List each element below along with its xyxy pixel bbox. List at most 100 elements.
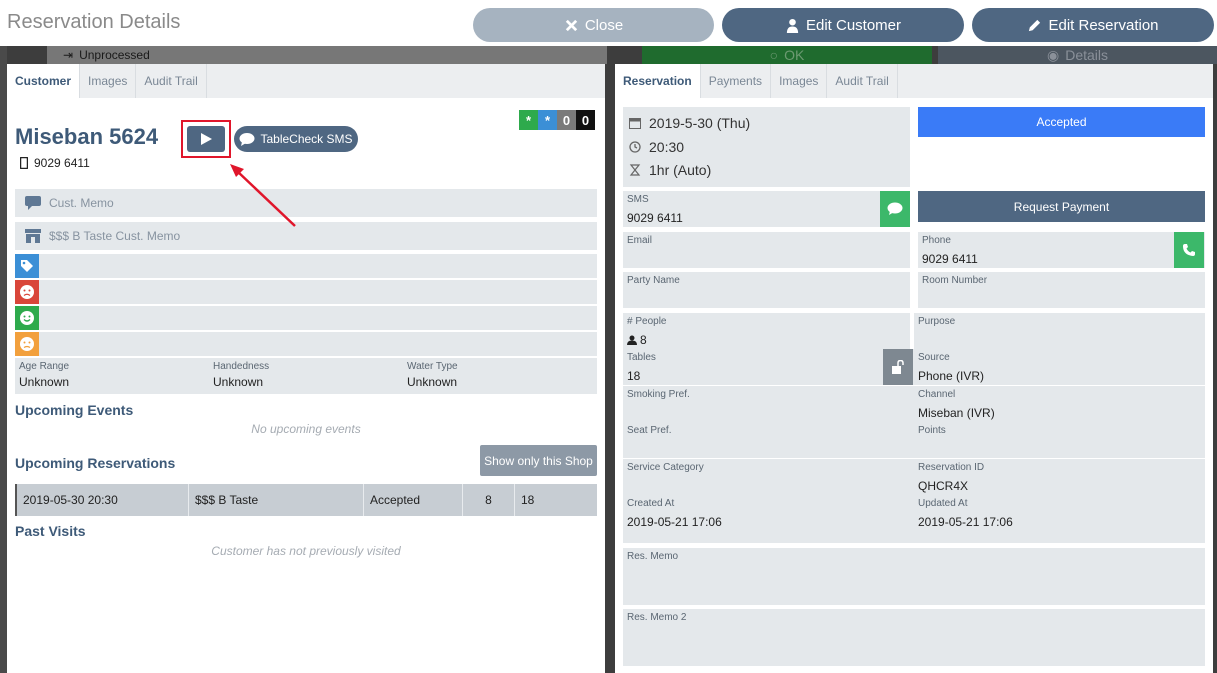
call-button[interactable] [1174, 232, 1204, 268]
past-visits-title: Past Visits [15, 523, 86, 539]
res-datetime: 2019-05-30 20:30 [17, 484, 189, 516]
likes-row[interactable] [15, 306, 597, 330]
eye-icon: ◉ [1046, 46, 1060, 63]
unlock-icon [892, 360, 904, 374]
room-number-field[interactable]: Room Number [918, 272, 1205, 308]
created-at-value: 2019-05-21 17:06 [627, 515, 722, 529]
sms-send-button[interactable] [880, 191, 910, 227]
pencil-icon [1029, 19, 1041, 31]
backdrop-ok-label: OK [784, 47, 805, 63]
channel-field[interactable]: Channel Miseban (IVR) [914, 386, 1205, 422]
room-number-label: Room Number [922, 275, 988, 286]
updated-at-label: Updated At [918, 498, 968, 509]
comment-icon [887, 202, 903, 215]
reservation-id-field: Reservation ID QHCR4X [914, 459, 1205, 495]
res-memo-2-field[interactable]: Res. Memo 2 [623, 609, 1205, 666]
edit-customer-button[interactable]: Edit Customer [722, 8, 964, 42]
people-field[interactable]: # People 8 [623, 313, 910, 349]
sms-field[interactable]: SMS 9029 6411 [623, 191, 910, 227]
tablecheck-sms-button[interactable]: TableCheck SMS [234, 126, 358, 152]
customer-attributes: Age Range Unknown Handedness Unknown Wat… [15, 358, 597, 394]
shop-memo-field[interactable]: $$$ B Taste Cust. Memo [15, 222, 597, 250]
water-type-value: Unknown [407, 375, 458, 389]
play-button[interactable] [187, 126, 225, 152]
created-at-label: Created At [627, 498, 675, 509]
source-field[interactable]: Source Phone (IVR) [914, 349, 1205, 385]
upcoming-events-title: Upcoming Events [15, 402, 134, 418]
channel-value: Miseban (IVR) [918, 406, 995, 420]
date-line: 2019-5-30 (Thu) [629, 115, 750, 131]
tab-payments[interactable]: Payments [701, 64, 772, 98]
reservation-date: 2019-5-30 (Thu) [649, 115, 751, 131]
sms-value: 9029 6411 [627, 211, 683, 225]
calendar-icon [629, 118, 641, 129]
tab-audit-trail[interactable]: Audit Trail [827, 64, 898, 98]
res-memo-2-label: Res. Memo 2 [627, 612, 687, 623]
time-line: 20:30 [629, 139, 684, 155]
phone-field[interactable]: Phone 9029 6411 [918, 232, 1205, 268]
water-type: Water Type Unknown [407, 361, 458, 389]
service-category-field[interactable]: Service Category [623, 459, 914, 495]
circle-icon: ○ [769, 47, 779, 63]
customer-phone-value: 9029 6411 [34, 156, 90, 170]
email-label: Email [627, 235, 653, 246]
edit-customer-label: Edit Customer [805, 16, 902, 34]
channel-label: Channel [918, 389, 956, 400]
res-memo-label: Res. Memo [627, 551, 679, 562]
smoking-label: Smoking Pref. [627, 389, 690, 400]
handedness: Handedness Unknown [213, 361, 269, 389]
tab-customer[interactable]: Customer [7, 64, 81, 98]
edit-reservation-label: Edit Reservation [1048, 16, 1159, 34]
angry-face-icon [15, 280, 39, 304]
sign-in-icon: ⇥ [63, 48, 74, 62]
tab-audit-trail[interactable]: Audit Trail [136, 64, 207, 98]
customer-name: Miseban 5624 [15, 124, 159, 149]
purpose-field[interactable]: Purpose [914, 313, 1205, 349]
phone-label: Phone [922, 235, 951, 246]
play-icon [201, 133, 212, 145]
tags-row[interactable] [15, 254, 597, 278]
reservation-panel: Reservation Payments Images Audit Trail … [615, 64, 1213, 673]
highlight-box [181, 120, 231, 158]
updated-at-value: 2019-05-21 17:06 [918, 515, 1013, 529]
age-range: Age Range Unknown [19, 361, 69, 389]
backdrop-ok: ○ OK [642, 46, 932, 64]
tab-images[interactable]: Images [771, 64, 828, 98]
reservation-time: 20:30 [649, 139, 685, 155]
party-name-field[interactable]: Party Name [623, 272, 910, 308]
request-payment-button[interactable]: Request Payment [918, 191, 1205, 222]
source-label: Source [918, 352, 950, 363]
close-button[interactable]: Close [473, 8, 714, 42]
tables-value: 18 [627, 369, 641, 383]
shop-memo-placeholder: $$$ B Taste Cust. Memo [49, 229, 181, 243]
tab-images[interactable]: Images [80, 64, 137, 98]
age-range-label: Age Range [19, 361, 70, 372]
cust-memo-field[interactable]: Cust. Memo [15, 189, 597, 217]
show-only-shop-button[interactable]: Show only this Shop [480, 445, 597, 476]
backdrop-details-label: Details [1065, 47, 1108, 63]
datetime-box[interactable]: 2019-5-30 (Thu) 20:30 1hr (Auto) [623, 107, 910, 187]
seat-pref-field[interactable]: Seat Pref. [623, 422, 914, 458]
status-accepted-button[interactable]: Accepted [918, 107, 1205, 137]
mobile-icon [20, 157, 28, 169]
email-field[interactable]: Email [623, 232, 910, 268]
dislikes-row[interactable] [15, 280, 597, 304]
hourglass-icon [629, 164, 641, 176]
points-field[interactable]: Points [914, 422, 1205, 458]
res-memo-field[interactable]: Res. Memo [623, 548, 1205, 605]
smoking-field[interactable]: Smoking Pref. [623, 386, 914, 422]
party-name-label: Party Name [627, 275, 680, 286]
reservation-id-value: QHCR4X [918, 479, 969, 493]
clock-icon [629, 141, 641, 153]
store-icon [25, 229, 41, 243]
backdrop-sidebar [0, 46, 7, 673]
tag-icon [15, 254, 39, 278]
smile-face-icon [15, 306, 39, 330]
tables-field[interactable]: Tables 18 [623, 349, 914, 385]
tab-reservation[interactable]: Reservation [615, 64, 701, 98]
neutral-row[interactable] [15, 332, 597, 356]
status-badges: * * 0 0 [519, 110, 595, 130]
table-row[interactable]: 2019-05-30 20:30 $$$ B Taste Accepted 8 … [15, 484, 597, 516]
edit-reservation-button[interactable]: Edit Reservation [972, 8, 1214, 42]
table-lock-button[interactable] [883, 349, 913, 385]
